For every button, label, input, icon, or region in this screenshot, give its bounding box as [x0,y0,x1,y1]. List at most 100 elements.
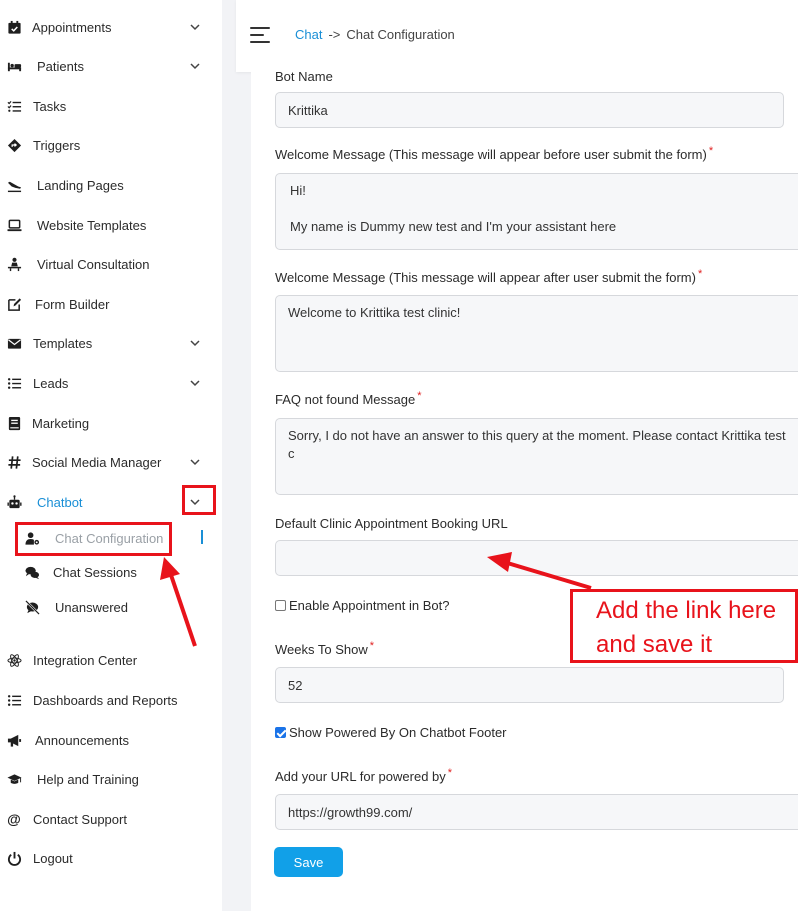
sidebar-item-label: Form Builder [35,296,110,312]
annotation-highlight-chevron [182,485,216,515]
sidebar-item-label: Tasks [33,98,67,114]
calendar-check-icon [6,19,22,35]
sidebar-subitem-chat-sessions[interactable]: Chat Sessions [0,558,222,586]
sidebar-item-website-templates[interactable]: Website Templates [0,209,222,241]
person-desk-icon [6,256,22,272]
sidebar-item-label: Announcements [35,732,129,748]
sidebar-item-label: Appointments [32,19,112,35]
sidebar-item-announcements[interactable]: Announcements [0,724,222,756]
sidebar: Appointments Patients Tasks Triggers Lan… [0,0,222,911]
sidebar-item-label: Templates [33,335,93,351]
sidebar-item-appointments[interactable]: Appointments [0,11,222,43]
bed-icon [6,58,22,74]
graduation-cap-icon [6,771,22,787]
sidebar-item-label: Landing Pages [37,177,124,193]
annotation-callout-line2: and save it [596,631,713,658]
chevron-down-icon[interactable] [189,337,201,349]
enable-appointment-row[interactable]: Enable Appointment in Bot? [275,598,449,613]
sidebar-item-label: Triggers [33,137,81,153]
powered-url-label: Add your URL for powered by * [275,767,453,784]
list-icon [6,692,22,708]
bot-name-input[interactable]: Krittika [275,92,784,128]
sidebar-item-form-builder[interactable]: Form Builder [0,288,222,320]
sidebar-item-label: Unanswered [55,599,128,615]
enable-appointment-label: Enable Appointment in Bot? [289,598,450,613]
sidebar-item-label: Integration Center [33,652,138,668]
hashtag-icon [6,454,22,470]
sidebar-item-marketing[interactable]: Marketing [0,407,222,439]
sidebar-item-label: Website Templates [37,217,147,233]
chevron-down-icon[interactable] [189,377,201,389]
powered-by-label: Show Powered By On Chatbot Footer [289,725,507,740]
sidebar-item-label: Patients [37,58,84,74]
booking-url-input[interactable] [275,540,798,576]
task-list-icon [6,98,22,114]
sidebar-item-patients[interactable]: Patients [0,50,222,82]
at-sign-icon: @ [7,811,21,827]
powered-by-checkbox[interactable] [275,727,286,738]
breadcrumb-chat-link[interactable]: Chat [295,27,322,42]
chat-bubbles-icon [24,564,40,580]
chevron-down-icon[interactable] [189,21,201,33]
sidebar-item-dashboards-and-reports[interactable]: Dashboards and Reports [0,684,222,716]
welcome-before-textarea[interactable]: Hi! My name is Dummy new test and I'm yo… [275,173,798,250]
edit-icon [6,296,22,312]
envelope-icon [6,335,22,351]
welcome-before-label: Welcome Message (This message will appea… [275,145,714,162]
sidebar-item-virtual-consultation[interactable]: Virtual Consultation [0,248,222,280]
hamburger-menu-icon[interactable] [250,25,270,45]
sidebar-item-integration-center[interactable]: Integration Center [0,644,222,676]
sidebar-item-logout[interactable]: Logout [0,842,222,874]
sidebar-item-label: Dashboards and Reports [33,692,178,708]
sidebar-item-contact-support[interactable]: @ Contact Support [0,803,222,835]
breadcrumb-current: Chat Configuration [346,27,455,42]
weeks-label: Weeks To Show * [275,640,375,657]
sidebar-item-leads[interactable]: Leads [0,367,222,399]
welcome-after-textarea[interactable]: Welcome to Krittika test clinic! [275,295,798,372]
list-icon [6,375,22,391]
book-icon [6,415,22,431]
sidebar-item-label: Leads [33,375,69,391]
sidebar-item-help-and-training[interactable]: Help and Training [0,763,222,795]
sidebar-item-tasks[interactable]: Tasks [0,90,222,122]
powered-by-row[interactable]: Show Powered By On Chatbot Footer [275,725,507,740]
laptop-icon [6,217,22,233]
sidebar-subitem-unanswered[interactable]: Unanswered [0,593,222,621]
faq-textarea[interactable]: Sorry, I do not have an answer to this q… [275,418,798,495]
sidebar-item-label: Logout [33,850,73,866]
faq-label: FAQ not found Message * [275,390,422,407]
sidebar-item-triggers[interactable]: Triggers [0,129,222,161]
chevron-down-icon[interactable] [189,60,201,72]
active-indicator [201,530,203,544]
booking-url-label: Default Clinic Appointment Booking URL [275,516,508,531]
atom-icon [6,652,22,668]
power-icon [6,850,22,866]
sidebar-item-social-media-manager[interactable]: Social Media Manager [0,446,222,478]
breadcrumb-separator: -> [328,27,341,42]
welcome-after-label: Welcome Message (This message will appea… [275,268,703,285]
sidebar-item-templates[interactable]: Templates [0,327,222,359]
diamond-arrow-icon [6,137,22,153]
sidebar-item-label: Marketing [32,415,90,431]
robot-icon [6,494,22,510]
sidebar-item-label: Help and Training [37,771,139,787]
bot-name-label: Bot Name [275,69,333,84]
sidebar-item-label: Virtual Consultation [37,256,150,272]
sidebar-item-landing-pages[interactable]: Landing Pages [0,169,222,201]
sidebar-item-label: Contact Support [33,811,127,827]
chevron-down-icon[interactable] [189,456,201,468]
annotation-callout-line1: Add the link here [596,597,777,624]
megaphone-icon [6,732,22,748]
powered-url-input[interactable]: https://growth99.com/ [275,794,798,830]
weeks-input[interactable]: 52 [275,667,784,703]
enable-appointment-checkbox[interactable] [275,600,286,611]
annotation-highlight-chat-configuration [15,522,172,556]
sidebar-item-label: Chat Sessions [53,564,137,580]
top-header: Chat -> Chat Configuration [236,0,798,72]
plane-landing-icon [6,177,22,193]
sidebar-item-label: Chatbot [37,494,83,510]
breadcrumb: Chat -> Chat Configuration [295,27,455,42]
comment-slash-icon [24,599,40,615]
sidebar-item-label: Social Media Manager [32,454,162,470]
save-button[interactable]: Save [274,847,343,877]
